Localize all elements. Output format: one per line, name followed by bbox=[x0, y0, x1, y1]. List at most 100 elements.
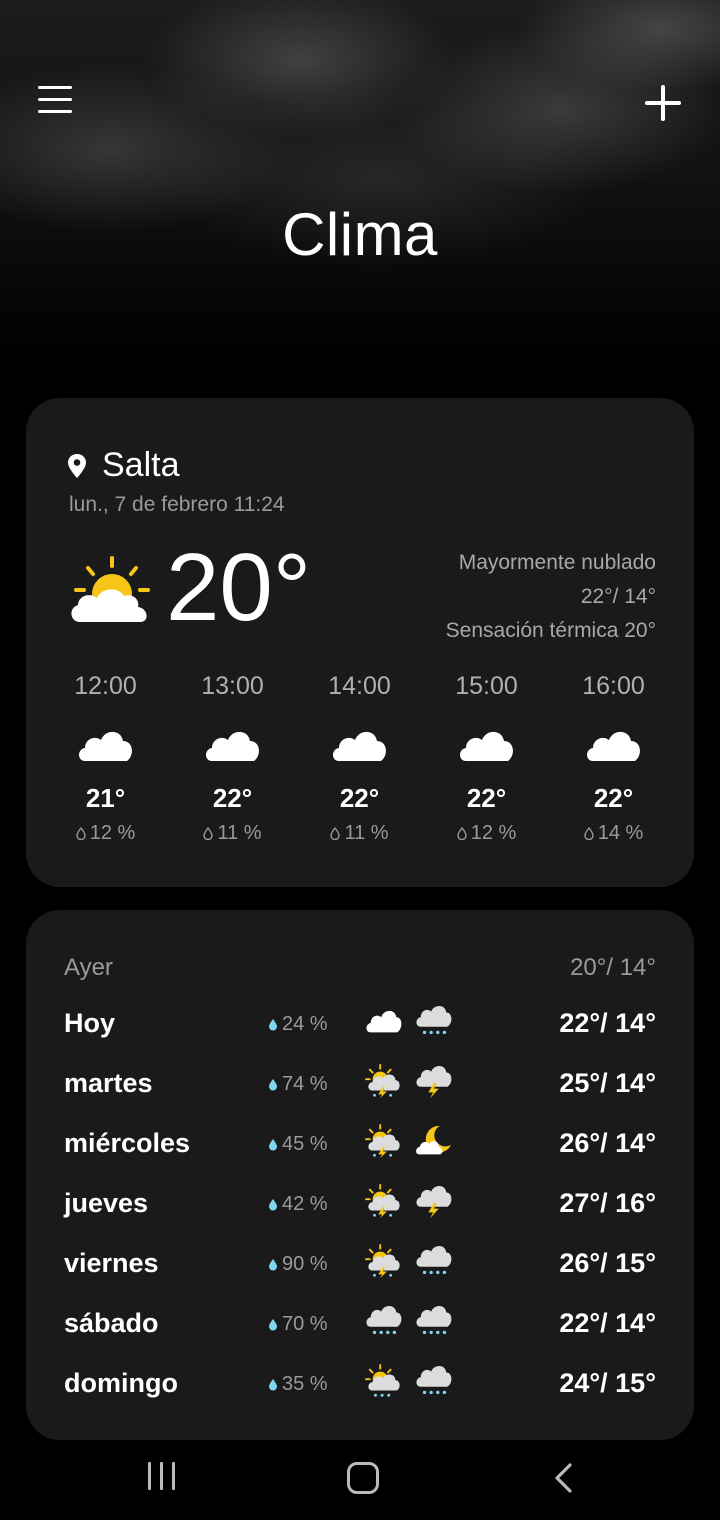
rain-cloud-icon bbox=[366, 1306, 402, 1335]
rain-cloud-icon bbox=[416, 1006, 452, 1035]
hour-time: 15:00 bbox=[455, 672, 518, 700]
location-name: Salta bbox=[102, 446, 180, 484]
day-precipitation: 42 % bbox=[268, 1193, 328, 1216]
hourly-item: 15:00 22° 12 % bbox=[423, 672, 550, 845]
drop-icon bbox=[457, 827, 467, 840]
sun-thunderstorm-icon bbox=[365, 1124, 400, 1159]
current-weather-card[interactable]: Salta lun., 7 de febrero 11:24 20° Mayor… bbox=[26, 398, 694, 887]
drop-icon bbox=[269, 1319, 277, 1331]
drop-icon bbox=[76, 827, 86, 840]
hour-time: 13:00 bbox=[201, 672, 264, 700]
hour-temperature: 22° bbox=[339, 783, 380, 813]
hourly-item: 12:00 21° 12 % bbox=[42, 672, 169, 845]
day-temperatures: 27°/ 16° bbox=[559, 1188, 656, 1218]
thunder-cloud-icon bbox=[416, 1066, 452, 1099]
moon-cloud-icon bbox=[416, 1125, 452, 1155]
daily-row[interactable]: miércoles 45 % 26°/ 14° bbox=[64, 1124, 656, 1188]
day-name: viernes bbox=[64, 1248, 159, 1278]
drop-icon bbox=[203, 827, 214, 840]
condition-text: Mayormente nublado bbox=[458, 551, 656, 574]
daily-row[interactable]: viernes 90 % 26°/ 15° bbox=[64, 1244, 656, 1308]
hour-precipitation: 14 % bbox=[550, 822, 677, 845]
drop-icon bbox=[269, 1259, 277, 1271]
day-precipitation: 24 % bbox=[268, 1013, 328, 1036]
hour-precipitation: 12 % bbox=[423, 822, 550, 845]
day-precipitation: 35 % bbox=[268, 1373, 328, 1396]
day-temperatures: 22°/ 14° bbox=[559, 1008, 656, 1038]
header-background: Clima bbox=[0, 0, 720, 400]
location-row: Salta bbox=[66, 446, 180, 485]
cloud-icon bbox=[78, 731, 132, 761]
daily-row[interactable]: jueves 42 % 27°/ 16° bbox=[64, 1184, 656, 1248]
add-location-button[interactable] bbox=[642, 82, 684, 124]
day-name: jueves bbox=[64, 1188, 149, 1218]
hour-time: 16:00 bbox=[582, 672, 645, 700]
day-temperatures: 26°/ 15° bbox=[559, 1248, 656, 1278]
location-pin-icon bbox=[68, 453, 86, 478]
daily-row[interactable]: domingo 35 % 24°/ 15° bbox=[64, 1364, 656, 1428]
daily-row[interactable]: sábado 70 % 22°/ 14° bbox=[64, 1306, 656, 1368]
drop-icon bbox=[269, 1379, 277, 1391]
day-name: martes bbox=[64, 1068, 153, 1098]
hourly-item: 14:00 22° 11 % bbox=[296, 672, 423, 845]
daily-row[interactable]: martes 74 % 25°/ 14° bbox=[64, 1064, 656, 1128]
sun-thunderstorm-icon bbox=[365, 1064, 400, 1099]
daily-list: Hoy 24 % 22°/ 14° martes 74 % 25°/ 14° miércol… bbox=[64, 1006, 656, 1428]
app-title: Clima bbox=[282, 201, 438, 268]
rain-cloud-icon bbox=[416, 1246, 452, 1275]
drop-icon bbox=[269, 1199, 277, 1211]
high-low-text: 22°/ 14° bbox=[580, 585, 656, 608]
day-name: sábado bbox=[64, 1308, 159, 1338]
hour-time: 14:00 bbox=[328, 672, 391, 700]
cloud-icon bbox=[586, 731, 640, 761]
current-temperature: 20° bbox=[166, 534, 312, 641]
drop-icon bbox=[584, 827, 594, 840]
system-navigation-bar bbox=[0, 1440, 720, 1520]
day-temperatures: 25°/ 14° bbox=[559, 1068, 656, 1098]
rain-cloud-icon bbox=[416, 1366, 452, 1395]
hourly-item: 13:00 22° 11 % bbox=[169, 672, 296, 845]
cloud-icon bbox=[332, 731, 386, 761]
hour-temperature: 22° bbox=[593, 783, 634, 813]
back-icon[interactable] bbox=[550, 1462, 580, 1494]
day-precipitation: 90 % bbox=[268, 1253, 328, 1276]
hourly-item: 16:00 22° 14 % bbox=[550, 672, 677, 845]
day-precipitation: 74 % bbox=[268, 1073, 328, 1096]
feels-like-text: Sensación térmica 20° bbox=[445, 619, 656, 642]
yesterday-row: Ayer 20°/ 14° bbox=[64, 954, 656, 982]
sun-thunderstorm-icon bbox=[365, 1244, 400, 1279]
day-name: miércoles bbox=[64, 1128, 191, 1158]
drop-icon bbox=[269, 1139, 277, 1151]
hour-precipitation: 11 % bbox=[296, 822, 423, 845]
home-icon[interactable] bbox=[347, 1462, 379, 1494]
drop-icon bbox=[330, 827, 341, 840]
rain-cloud-icon bbox=[416, 1306, 452, 1335]
recents-icon[interactable] bbox=[146, 1462, 178, 1492]
day-name: domingo bbox=[64, 1368, 178, 1398]
sun-rain-icon bbox=[365, 1364, 400, 1397]
daily-row[interactable]: Hoy 24 % 22°/ 14° bbox=[64, 1006, 656, 1068]
hamburger-menu-icon[interactable] bbox=[38, 86, 72, 120]
cloud-icon bbox=[205, 731, 259, 761]
day-precipitation: 70 % bbox=[268, 1313, 328, 1336]
day-temperatures: 22°/ 14° bbox=[559, 1308, 656, 1338]
condition-block: Mayormente nublado 22°/ 14° Sensación té… bbox=[446, 546, 656, 648]
yesterday-temps: 20°/ 14° bbox=[570, 954, 656, 981]
partly-cloudy-sun-icon bbox=[71, 556, 150, 622]
hourly-forecast[interactable]: 12:00 21° 12 % 13:00 22° 11 % 14:00 22° … bbox=[42, 672, 678, 845]
sun-thunderstorm-icon bbox=[365, 1184, 400, 1219]
cloud-icon bbox=[366, 1010, 402, 1033]
drop-icon bbox=[269, 1079, 277, 1091]
hour-precipitation: 11 % bbox=[169, 822, 296, 845]
cloud-icon bbox=[459, 731, 513, 761]
current-datetime: lun., 7 de febrero 11:24 bbox=[69, 493, 285, 516]
hour-temperature: 22° bbox=[212, 783, 253, 813]
day-name: Hoy bbox=[64, 1008, 116, 1038]
day-temperatures: 26°/ 14° bbox=[559, 1128, 656, 1158]
hour-time: 12:00 bbox=[74, 672, 137, 700]
thunder-cloud-icon bbox=[416, 1186, 452, 1219]
day-precipitation: 45 % bbox=[268, 1133, 328, 1156]
drop-icon bbox=[269, 1019, 277, 1031]
yesterday-label: Ayer bbox=[64, 954, 113, 981]
daily-forecast-card[interactable]: Ayer 20°/ 14° Hoy 24 % 22°/ 14° martes 74 % 2… bbox=[26, 910, 694, 1440]
